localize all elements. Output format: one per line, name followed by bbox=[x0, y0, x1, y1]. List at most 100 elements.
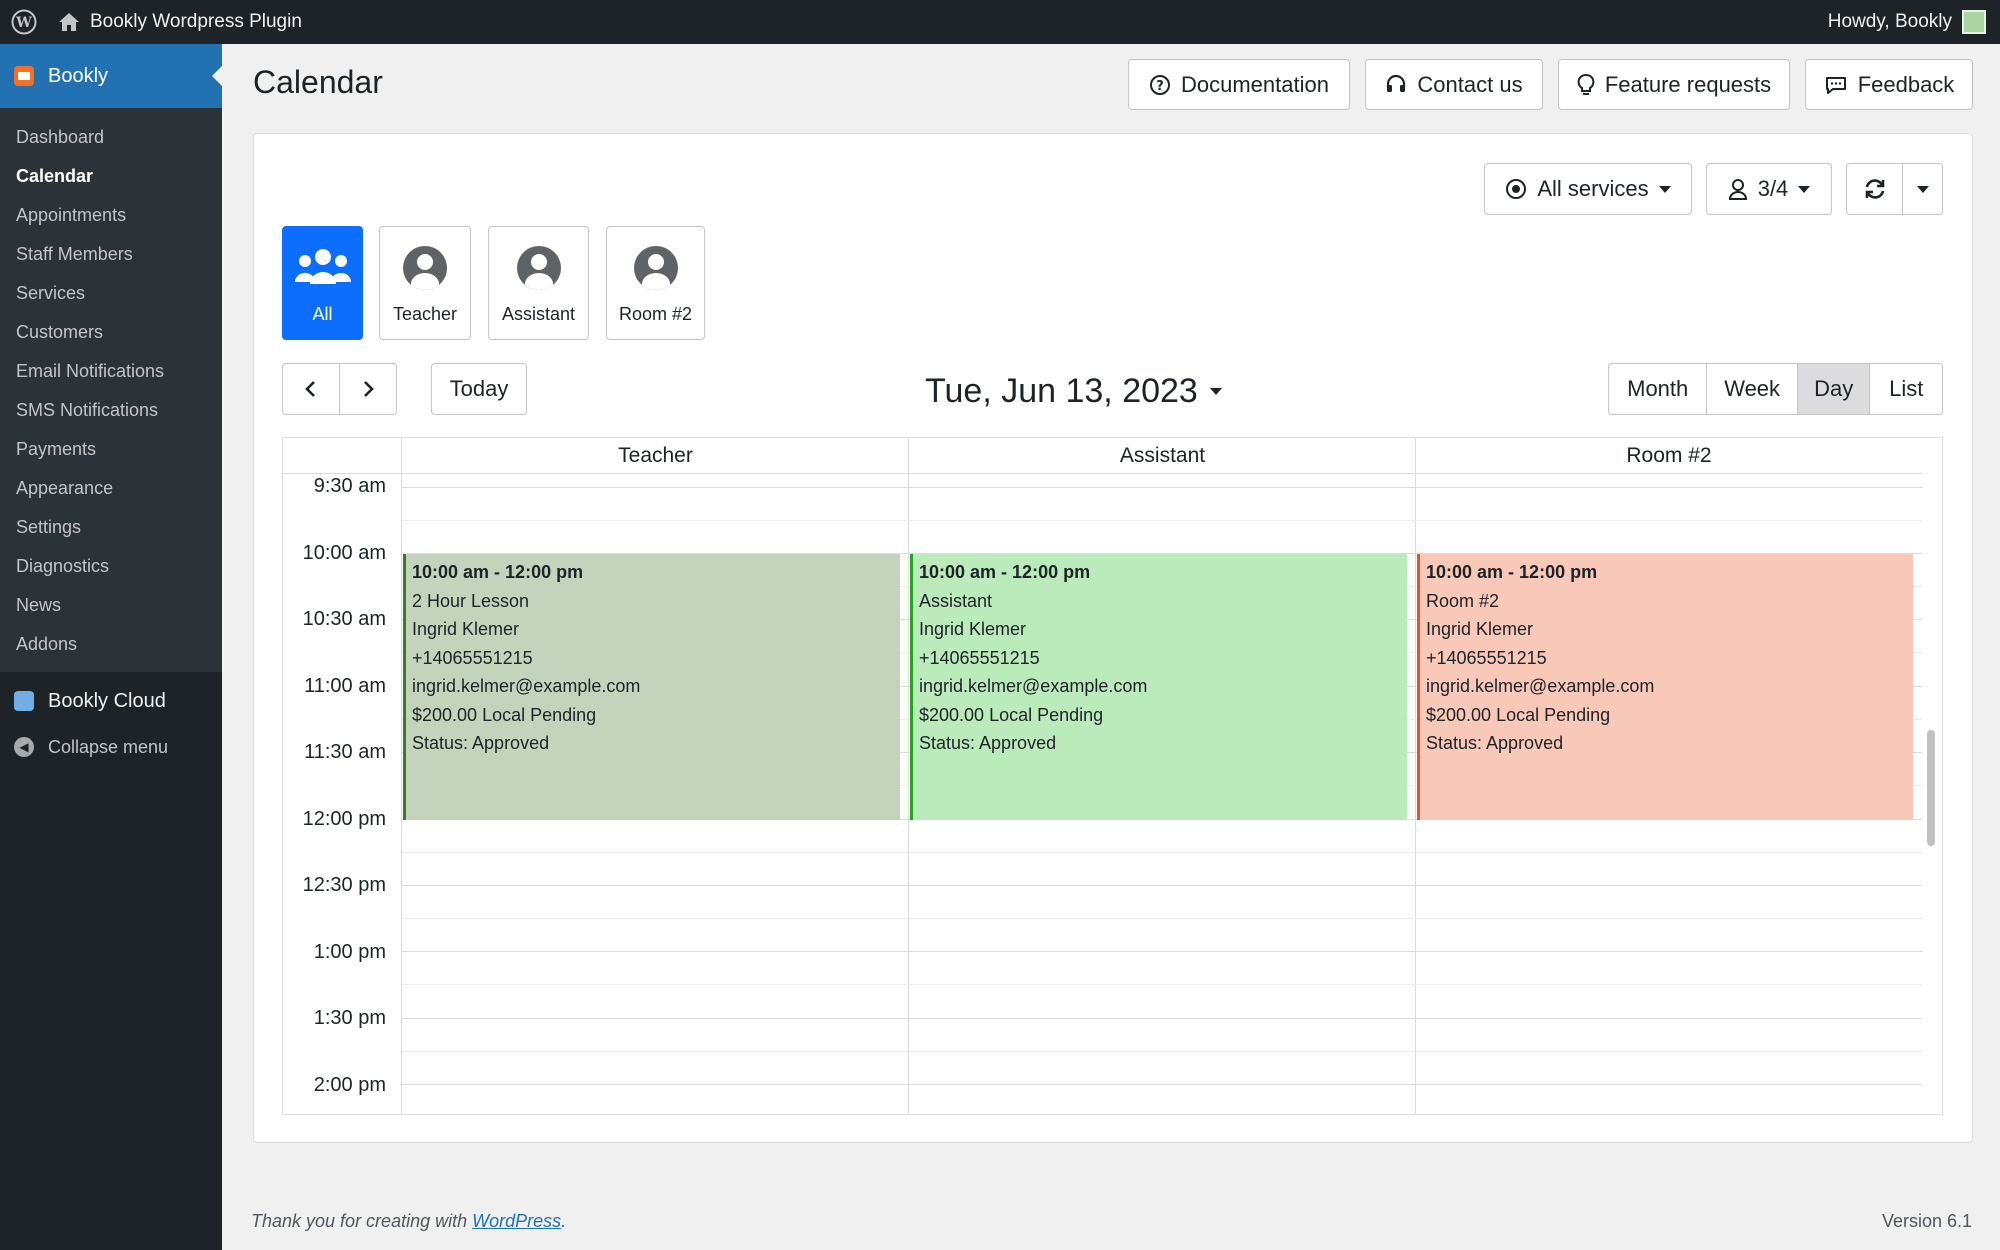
wordpress-link[interactable]: WordPress bbox=[472, 1211, 561, 1231]
sidebar-item-appointments[interactable]: Appointments bbox=[0, 196, 222, 235]
person-circle-icon bbox=[516, 246, 561, 290]
home-icon bbox=[59, 13, 79, 31]
footer-thanks-text: Thank you for creating with bbox=[251, 1211, 473, 1231]
event-status: Status: Approved bbox=[1426, 733, 1564, 753]
refresh-options-toggle[interactable] bbox=[1903, 164, 1942, 214]
feedback-button[interactable]: Feedback bbox=[1805, 59, 1973, 110]
sidebar-item-diagnostics[interactable]: Diagnostics bbox=[0, 547, 222, 586]
current-menu-arrow bbox=[212, 66, 222, 86]
event-status: Status: Approved bbox=[412, 733, 550, 753]
documentation-button[interactable]: ? Documentation bbox=[1128, 59, 1350, 110]
collapse-arrow-icon: ◀ bbox=[14, 737, 34, 757]
lightbulb-icon bbox=[1577, 73, 1595, 95]
sidebar-cloud-label: Bookly Cloud bbox=[48, 689, 166, 712]
staff-filter-assistant[interactable]: Assistant bbox=[488, 226, 589, 340]
person-circle-icon bbox=[633, 246, 678, 290]
admin-sidebar: Bookly Dashboard Calendar Appointments S… bbox=[0, 44, 222, 1250]
day-calendar-grid: Teacher Assistant Room #2 9:30 am 10:00 … bbox=[282, 437, 1943, 1115]
appointment-event-room-2[interactable]: 10:00 am - 12:00 pm Room #2 Ingrid Kleme… bbox=[1417, 554, 1913, 820]
avatar bbox=[1962, 10, 1986, 34]
site-name-link[interactable]: Bookly Wordpress Plugin bbox=[58, 11, 302, 33]
event-service: Room #2 bbox=[1426, 590, 1500, 611]
today-label: Today bbox=[449, 376, 509, 401]
collapse-menu-button[interactable]: ◀ Collapse menu bbox=[0, 724, 222, 770]
view-day-button[interactable]: Day bbox=[1797, 364, 1871, 414]
slot-line bbox=[402, 487, 1922, 488]
sidebar-item-customers[interactable]: Customers bbox=[0, 313, 222, 352]
event-service: 2 Hour Lesson bbox=[412, 590, 530, 611]
sidebar-item-bookly-cloud[interactable]: Bookly Cloud bbox=[0, 678, 222, 724]
event-customer: Ingrid Klemer bbox=[1426, 619, 1534, 639]
sidebar-item-news[interactable]: News bbox=[0, 586, 222, 625]
site-name: Bookly Wordpress Plugin bbox=[90, 11, 302, 32]
svg-text:W: W bbox=[15, 15, 32, 31]
sidebar-item-bookly[interactable]: Bookly bbox=[0, 44, 222, 108]
sidebar-item-settings[interactable]: Settings bbox=[0, 508, 222, 547]
chevron-right-icon bbox=[364, 381, 374, 397]
today-button[interactable]: Today bbox=[431, 363, 527, 415]
sidebar-item-staff-members[interactable]: Staff Members bbox=[0, 235, 222, 274]
services-filter-dropdown[interactable]: All services bbox=[1484, 163, 1692, 215]
sidebar-item-addons[interactable]: Addons bbox=[0, 625, 222, 664]
view-week-button[interactable]: Week bbox=[1707, 364, 1798, 414]
event-status: Status: Approved bbox=[919, 733, 1057, 753]
event-email: ingrid.kelmer@example.com bbox=[919, 676, 1148, 696]
event-time: 10:00 am - 12:00 pm bbox=[1426, 562, 1598, 582]
slot-line bbox=[402, 1051, 1922, 1052]
staff-filter-all[interactable]: All bbox=[282, 226, 363, 340]
view-list-button[interactable]: List bbox=[1870, 364, 1942, 414]
account-menu[interactable]: Howdy, Bookly bbox=[1828, 0, 1986, 44]
event-payment: $200.00 Local Pending bbox=[1426, 704, 1611, 725]
feature-requests-label: Feature requests bbox=[1604, 71, 1772, 97]
date-title-dropdown[interactable]: Tue, Jun 13, 2023 bbox=[925, 372, 1222, 411]
event-customer: Ingrid Klemer bbox=[412, 619, 520, 639]
cloud-icon bbox=[14, 691, 34, 711]
refresh-button[interactable] bbox=[1847, 164, 1903, 214]
sidebar-item-services[interactable]: Services bbox=[0, 274, 222, 313]
staff-filter-teacher[interactable]: Teacher bbox=[379, 226, 471, 340]
footer-thanks-suffix: . bbox=[561, 1211, 567, 1231]
staff-count-dropdown[interactable]: 3/4 bbox=[1706, 163, 1832, 215]
sidebar-item-dashboard[interactable]: Dashboard bbox=[0, 118, 222, 157]
event-phone: +14065551215 bbox=[1426, 647, 1547, 668]
time-label: 1:00 pm bbox=[313, 941, 386, 963]
slot-line bbox=[402, 1018, 1922, 1019]
appointment-event-teacher[interactable]: 10:00 am - 12:00 pm 2 Hour Lesson Ingrid… bbox=[403, 554, 900, 820]
event-payment: $200.00 Local Pending bbox=[919, 704, 1104, 725]
time-label: 12:00 pm bbox=[302, 808, 386, 830]
event-phone: +14065551215 bbox=[412, 647, 533, 668]
staff-filter-teacher-label: Teacher bbox=[392, 304, 458, 324]
sidebar-item-email-notifications[interactable]: Email Notifications bbox=[0, 352, 222, 391]
sidebar-item-appearance[interactable]: Appearance bbox=[0, 469, 222, 508]
staff-filter-room-2[interactable]: Room #2 bbox=[606, 226, 705, 340]
slot-line bbox=[402, 918, 1922, 919]
next-day-button[interactable] bbox=[340, 364, 396, 414]
admin-bar: W Bookly Wordpress Plugin Howdy, Bookly bbox=[0, 0, 2000, 44]
time-label: 10:30 am bbox=[302, 608, 386, 630]
services-filter-label: All services bbox=[1537, 176, 1649, 201]
time-label: 10:00 am bbox=[302, 542, 386, 564]
appointment-event-assistant[interactable]: 10:00 am - 12:00 pm Assistant Ingrid Kle… bbox=[910, 554, 1407, 820]
feature-requests-button[interactable]: Feature requests bbox=[1558, 59, 1790, 110]
sidebar-item-calendar[interactable]: Calendar bbox=[0, 157, 222, 196]
question-circle-icon: ? bbox=[1150, 74, 1170, 95]
chevron-down-icon bbox=[1916, 185, 1929, 193]
refresh-button-group bbox=[1846, 163, 1943, 215]
chat-bubble-icon bbox=[1825, 76, 1846, 94]
grid-divider bbox=[1415, 438, 1416, 1114]
calendar-scrollbar[interactable] bbox=[1927, 730, 1935, 846]
dot-circle-icon bbox=[1506, 179, 1527, 199]
time-label: 11:00 am bbox=[304, 675, 386, 697]
staff-filter-room-2-label: Room #2 bbox=[618, 304, 693, 324]
view-month-button[interactable]: Month bbox=[1609, 364, 1708, 414]
slot-line bbox=[402, 1084, 1922, 1085]
documentation-label: Documentation bbox=[1181, 71, 1329, 97]
wordpress-logo-icon[interactable]: W bbox=[0, 0, 48, 44]
prev-day-button[interactable] bbox=[283, 364, 340, 414]
collapse-menu-label: Collapse menu bbox=[48, 736, 169, 757]
sidebar-item-payments[interactable]: Payments bbox=[0, 430, 222, 469]
staff-filter-all-label: All bbox=[312, 304, 333, 324]
contact-us-button[interactable]: Contact us bbox=[1365, 59, 1543, 110]
sidebar-item-sms-notifications[interactable]: SMS Notifications bbox=[0, 391, 222, 430]
chevron-down-icon bbox=[1209, 388, 1222, 395]
